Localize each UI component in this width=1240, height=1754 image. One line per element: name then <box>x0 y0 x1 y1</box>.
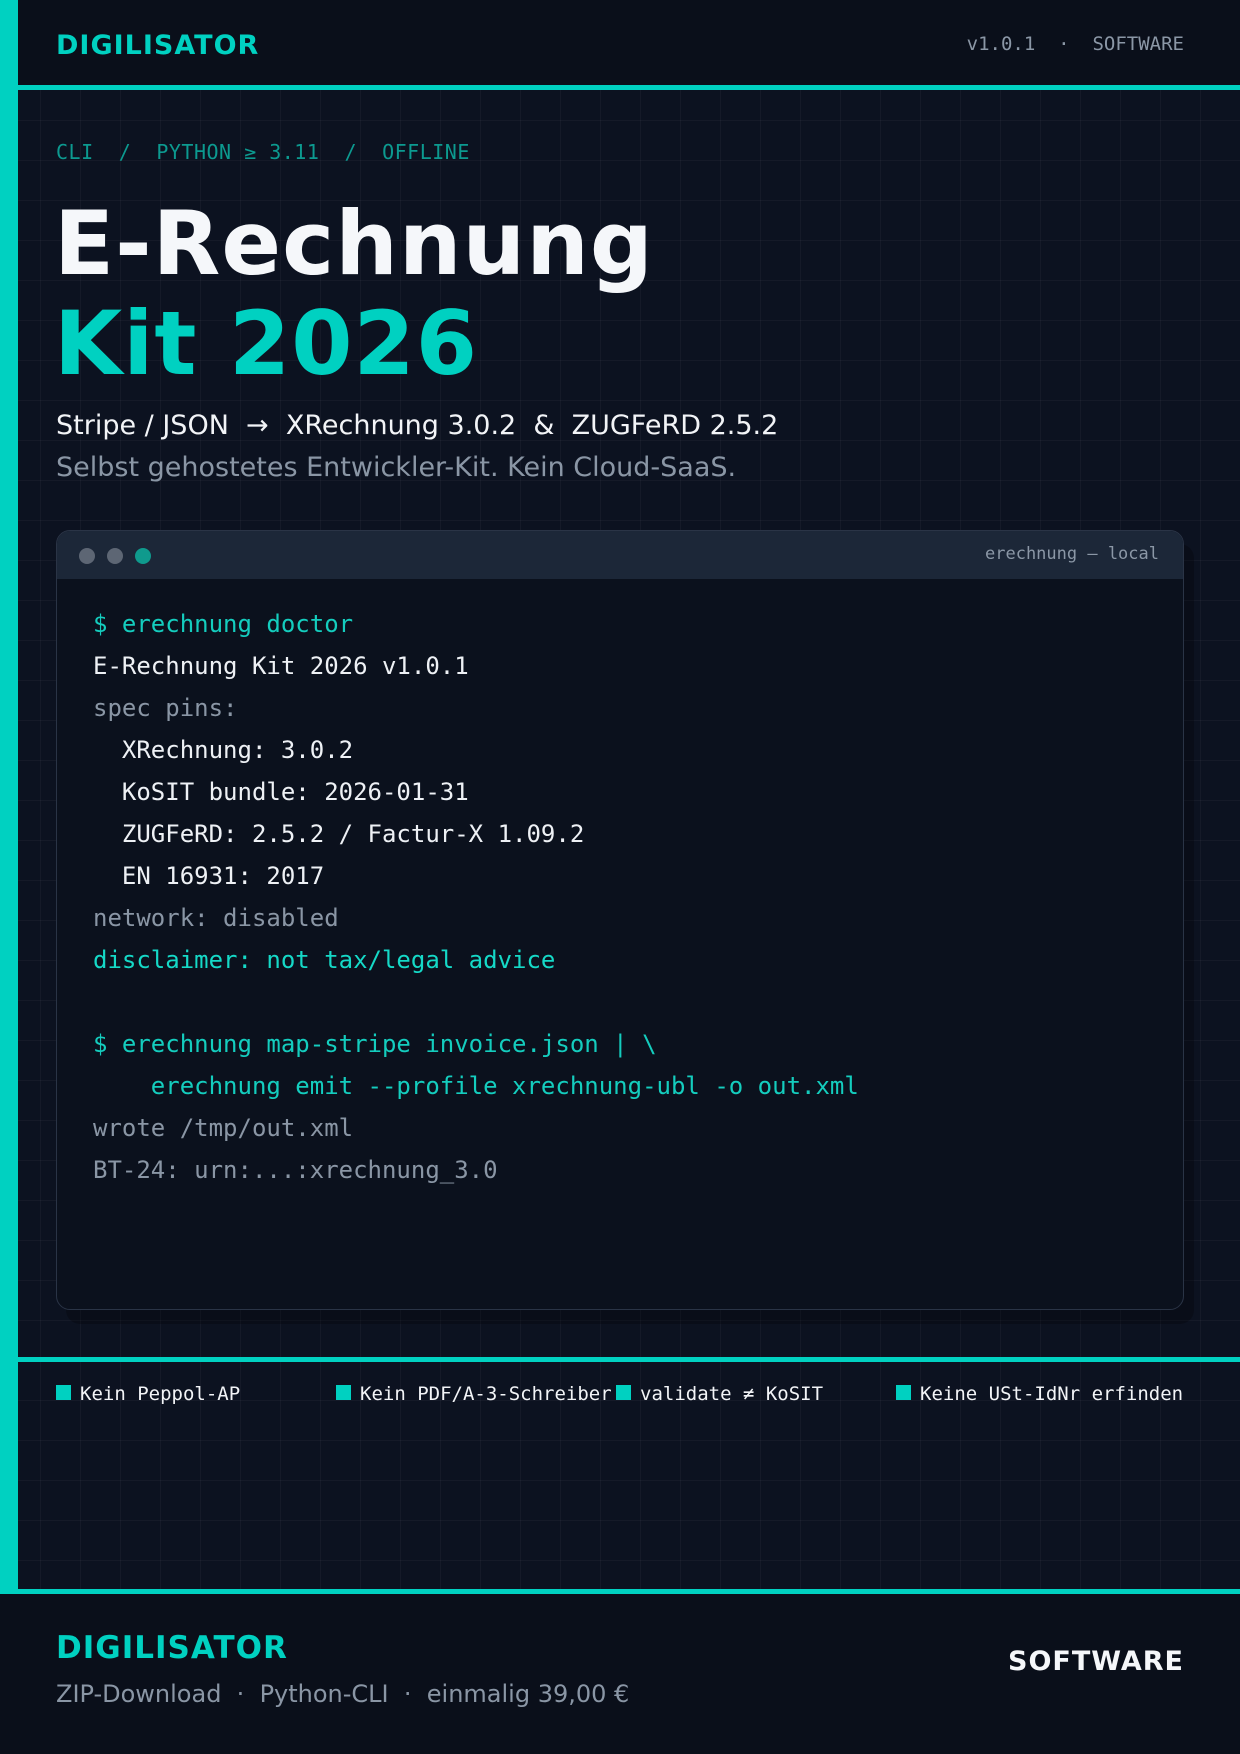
feature-item: Keine USt-IdNr erfinden <box>896 1383 1183 1413</box>
feature-list: Kein Peppol-AP Kein PDF/A-3-Schreiber va… <box>56 1383 1236 1413</box>
terminal-line: E-Rechnung Kit 2026 v1.0.1 <box>93 652 469 680</box>
version-label: v1.0.1 · SOFTWARE <box>966 33 1184 55</box>
terminal-line: spec pins: <box>93 694 238 722</box>
hero-subtitle: Stripe / JSON → XRechnung 3.0.2 & ZUGFeR… <box>56 410 779 441</box>
terminal-title: erechnung — local <box>985 544 1159 564</box>
terminal-command-continuation: erechnung emit --profile xrechnung-ubl -… <box>93 1072 859 1100</box>
terminal-command: $ erechnung doctor <box>93 610 354 638</box>
terminal-disclaimer: disclaimer: not tax/legal advice <box>93 946 556 974</box>
window-maximize-dot-icon <box>135 548 151 564</box>
square-bullet-icon <box>616 1385 631 1400</box>
footer-brand[interactable]: DIGILISATOR <box>56 1630 288 1666</box>
feature-item: Kein PDF/A-3-Schreiber <box>336 1383 612 1413</box>
terminal-window: erechnung — local $ erechnung doctor E-R… <box>56 530 1184 1310</box>
terminal-line: ZUGFeRD: 2.5.2 / Factur-X 1.09.2 <box>93 820 585 848</box>
feature-item: validate ≠ KoSIT <box>616 1383 823 1413</box>
terminal-line: EN 16931: 2017 <box>93 862 325 890</box>
terminal-line: BT-24: urn:...:xrechnung_3.0 <box>93 1156 498 1184</box>
square-bullet-icon <box>336 1385 351 1400</box>
terminal-line: wrote /tmp/out.xml <box>93 1114 354 1142</box>
feature-label: Kein PDF/A-3-Schreiber <box>360 1383 612 1405</box>
footer: DIGILISATOR ZIP-Download · Python-CLI · … <box>0 1589 1240 1754</box>
accent-bar <box>0 0 18 1594</box>
feature-strip-divider <box>18 1357 1240 1362</box>
footer-details: ZIP-Download · Python-CLI · einmalig 39,… <box>56 1680 630 1708</box>
feature-label: validate ≠ KoSIT <box>640 1383 824 1405</box>
page-title-line1: E-Rechnung <box>54 192 654 295</box>
hero-tagline: Selbst gehostetes Entwickler-Kit. Kein C… <box>56 452 737 483</box>
feature-item: Kein Peppol-AP <box>56 1383 240 1413</box>
square-bullet-icon <box>56 1385 71 1400</box>
terminal-output: $ erechnung doctor E-Rechnung Kit 2026 v… <box>93 603 1153 1191</box>
top-header: DIGILISATOR v1.0.1 · SOFTWARE <box>18 0 1240 90</box>
brand-logo[interactable]: DIGILISATOR <box>56 30 259 61</box>
window-minimize-dot-icon <box>107 548 123 564</box>
footer-category: SOFTWARE <box>1008 1646 1184 1677</box>
feature-label: Keine USt-IdNr erfinden <box>920 1383 1184 1405</box>
square-bullet-icon <box>896 1385 911 1400</box>
terminal-line: KoSIT bundle: 2026-01-31 <box>93 778 469 806</box>
feature-label: Kein Peppol-AP <box>80 1383 241 1405</box>
page-title-line2: Kit 2026 <box>54 292 478 395</box>
window-close-dot-icon <box>79 548 95 564</box>
hero-kicker: CLI / PYTHON ≥ 3.11 / OFFLINE <box>56 140 470 164</box>
terminal-command: $ erechnung map-stripe invoice.json | \ <box>93 1030 657 1058</box>
terminal-line: network: disabled <box>93 904 339 932</box>
terminal-line: XRechnung: 3.0.2 <box>93 736 354 764</box>
terminal-titlebar: erechnung — local <box>57 531 1183 579</box>
